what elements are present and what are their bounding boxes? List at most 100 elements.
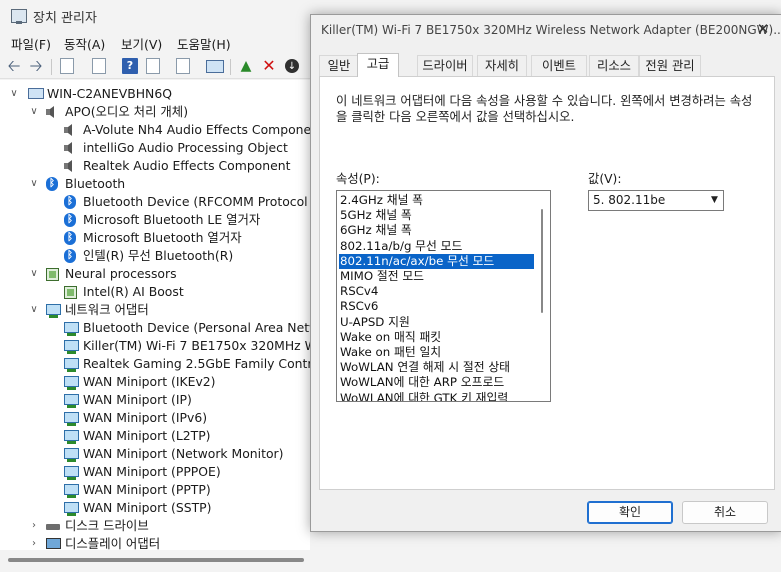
chevron-down-icon[interactable]: ∨ (28, 175, 40, 193)
property-option[interactable]: MIMO 절전 모드 (339, 269, 534, 284)
chevron-down-icon[interactable]: ▼ (707, 192, 722, 209)
menu-file[interactable]: 파일(F) (11, 34, 51, 53)
help-icon[interactable]: ? (122, 58, 138, 74)
uninstall-icon[interactable]: ✕ (261, 58, 277, 74)
property-option[interactable]: RSCv6 (339, 299, 534, 314)
tree-item[interactable]: Realtek Audio Effects Component (0, 157, 310, 175)
property-option[interactable]: 6GHz 채널 폭 (339, 223, 534, 238)
tab-general[interactable]: 일반 (319, 55, 359, 76)
tree-item[interactable]: ᛒ Microsoft Bluetooth LE 열거자 (0, 211, 310, 229)
toolbar-separator (230, 59, 231, 75)
tree-item-label: 디스크 드라이브 (65, 518, 149, 533)
property-option[interactable]: U-APSD 지원 (339, 315, 534, 330)
property-option[interactable]: Wake on 매직 패킷 (339, 330, 534, 345)
value-dropdown[interactable]: 5. 802.11be ▼ (588, 190, 724, 211)
scan-hardware-icon[interactable] (176, 58, 190, 74)
tree-item-label: Realtek Audio Effects Component (83, 158, 291, 173)
tree-item[interactable]: WAN Miniport (PPTP) (0, 481, 310, 499)
network-icon (64, 430, 79, 444)
menu-action[interactable]: 동작(A) (64, 34, 105, 53)
scrollbar-thumb[interactable] (8, 558, 304, 562)
property-option[interactable]: 802.11n/ac/ax/be 무선 모드 (339, 253, 534, 269)
forward-arrow-icon[interactable]: 🡢 (28, 58, 44, 74)
property-option[interactable]: RSCv4 (339, 284, 534, 299)
back-arrow-icon[interactable]: 🡠 (6, 58, 22, 74)
cancel-button[interactable]: 취소 (682, 501, 768, 524)
property-option[interactable]: WoWLAN에 대한 ARP 오프로드 (339, 375, 534, 390)
disable-device-icon[interactable]: ↓ (285, 59, 299, 73)
tab-power-management[interactable]: 전원 관리 (639, 55, 701, 76)
ok-button[interactable]: 확인 (587, 501, 673, 524)
tree-item[interactable]: ∨ WIN-C2ANEVBHN6Q (0, 85, 310, 103)
tree-item-label: A-Volute Nh4 Audio Effects Component (83, 122, 310, 137)
property-option[interactable]: WoWLAN 연결 해제 시 절전 상태 (339, 360, 534, 375)
chevron-down-icon[interactable]: ∨ (28, 301, 40, 319)
property-option[interactable]: 5GHz 채널 폭 (339, 208, 534, 223)
scrollbar-thumb[interactable] (541, 209, 543, 313)
tree-item[interactable]: Bluetooth Device (Personal Area Network) (0, 319, 310, 337)
monitor-icon[interactable] (206, 60, 224, 73)
tree-item[interactable]: ∨ ᛒ Bluetooth (0, 175, 310, 193)
tab-details[interactable]: 자세히 (477, 55, 527, 76)
tree-item[interactable]: › 디스플레이 어댑터 (0, 535, 310, 550)
tree-item[interactable]: ∨ APO(오디오 처리 개체) (0, 103, 310, 121)
chevron-right-icon[interactable]: › (28, 535, 40, 550)
tab-advanced[interactable]: 고급 (357, 53, 399, 77)
tree-item-label: Bluetooth Device (Personal Area Network) (83, 320, 310, 335)
tree-item[interactable]: WAN Miniport (SSTP) (0, 499, 310, 517)
tree-item[interactable]: intelliGo Audio Processing Object (0, 139, 310, 157)
tab-events[interactable]: 이벤트 (531, 55, 587, 76)
tree-item[interactable]: › 디스크 드라이브 (0, 517, 310, 535)
dialog-title: Killer(TM) Wi-Fi 7 BE1750x 320MHz Wirele… (321, 23, 781, 37)
listbox-scrollbar[interactable] (539, 193, 545, 398)
computer-icon (28, 88, 44, 99)
tab-resources[interactable]: 리소스 (589, 55, 639, 76)
bluetooth-icon: ᛒ (46, 177, 58, 191)
tree-item[interactable]: WAN Miniport (IP) (0, 391, 310, 409)
details-view-icon[interactable] (146, 58, 160, 74)
tree-item[interactable]: ᛒ Microsoft Bluetooth 열거자 (0, 229, 310, 247)
chevron-down-icon[interactable]: ∨ (28, 103, 40, 121)
tree-item[interactable]: Killer(TM) Wi-Fi 7 BE1750x 320MHz Wirele… (0, 337, 310, 355)
update-driver-icon[interactable]: ▲ (238, 58, 254, 74)
properties-sheet-icon[interactable] (60, 58, 74, 74)
tree-item-label: WAN Miniport (Network Monitor) (83, 446, 284, 461)
tree-item-label: APO(오디오 처리 개체) (65, 104, 189, 119)
tree-item[interactable]: WAN Miniport (Network Monitor) (0, 445, 310, 463)
close-icon[interactable]: ✕ (751, 19, 775, 39)
description-text: 이 네트워크 어댑터에 다음 속성을 사용할 수 있습니다. 왼쪽에서 변경하려… (336, 94, 753, 124)
network-icon (64, 322, 79, 336)
chevron-right-icon[interactable]: › (28, 517, 40, 535)
tree-item[interactable]: WAN Miniport (PPPOE) (0, 463, 310, 481)
tree-item-label: Intel(R) AI Boost (83, 284, 184, 299)
tree-item[interactable]: ∨ Neural processors (0, 265, 310, 283)
property-option[interactable]: 802.11a/b/g 무선 모드 (339, 239, 534, 254)
tree-item[interactable]: WAN Miniport (L2TP) (0, 427, 310, 445)
tree-item[interactable]: WAN Miniport (IKEv2) (0, 373, 310, 391)
tree-item[interactable]: Realtek Gaming 2.5GbE Family Controller (0, 355, 310, 373)
tree-item[interactable]: A-Volute Nh4 Audio Effects Component (0, 121, 310, 139)
chip-icon (64, 286, 77, 299)
tab-driver[interactable]: 드라이버 (417, 55, 473, 76)
display-icon (46, 538, 61, 549)
tree-item[interactable]: ∨ 네트워크 어댑터 (0, 301, 310, 319)
menu-view[interactable]: 보기(V) (121, 34, 162, 53)
property-option[interactable]: WoWLAN에 대한 GTK 키 재입력 (339, 391, 534, 401)
speaker-icon (64, 160, 72, 172)
tree-item[interactable]: ᛒ 인텔(R) 무선 Bluetooth(R) (0, 247, 310, 265)
chip-icon (46, 268, 59, 281)
menu-help[interactable]: 도움말(H) (177, 34, 231, 53)
property-option[interactable]: 2.4GHz 채널 폭 (339, 193, 534, 208)
tree-item[interactable]: Intel(R) AI Boost (0, 283, 310, 301)
tree-item[interactable]: ᛒ Bluetooth Device (RFCOMM Protocol TDI) (0, 193, 310, 211)
tree-item-label: Neural processors (65, 266, 177, 281)
horizontal-scrollbar[interactable] (0, 550, 781, 572)
tree-item-label: WAN Miniport (PPPOE) (83, 464, 221, 479)
chevron-down-icon[interactable]: ∨ (8, 85, 20, 103)
property-option[interactable]: Wake on 패턴 일치 (339, 345, 534, 360)
tree-item[interactable]: WAN Miniport (IPv6) (0, 409, 310, 427)
property-listbox[interactable]: 2.4GHz 채널 폭 5GHz 채널 폭 6GHz 채널 폭 802.11a/b/g… (336, 190, 551, 402)
tree-item-label: Bluetooth Device (RFCOMM Protocol TDI) (83, 194, 310, 209)
chevron-down-icon[interactable]: ∨ (28, 265, 40, 283)
list-view-icon[interactable] (92, 58, 106, 74)
